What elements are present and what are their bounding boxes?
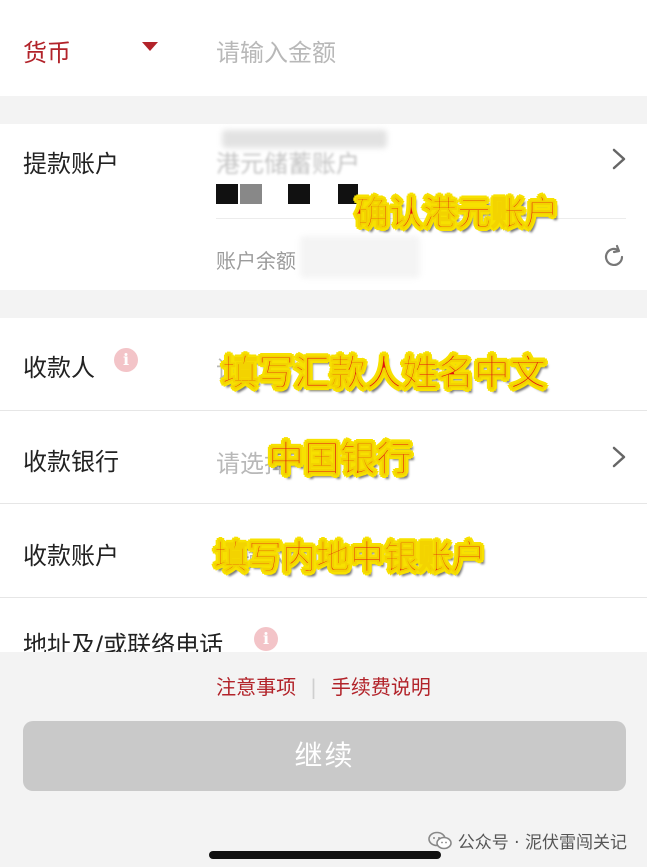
- address-label: 地址及/或联络电话: [23, 631, 224, 652]
- chevron-right-icon[interactable]: [611, 147, 627, 171]
- amount-input[interactable]: 请输入金额: [216, 33, 336, 68]
- payee-label: 收款人: [23, 354, 95, 382]
- account-number-mask: [288, 184, 310, 204]
- annotation-mainland-account: 填写内地中银账户: [214, 538, 487, 579]
- fee-link[interactable]: 手续费说明: [331, 675, 431, 699]
- annotation-confirm-hkd: 确认港元账户: [355, 194, 560, 235]
- address-row[interactable]: 地址及/或联络电话 i: [0, 598, 647, 652]
- annotation-payee-name: 填写汇款人姓名中文: [221, 353, 547, 395]
- balance-label: 账户余额: [216, 249, 296, 273]
- currency-row: 货币 请输入金额: [0, 0, 647, 96]
- currency-dropdown-icon[interactable]: [142, 42, 158, 51]
- link-separator: |: [310, 675, 317, 699]
- currency-label: 货币: [23, 39, 71, 67]
- refresh-icon[interactable]: [601, 244, 627, 270]
- home-indicator: [209, 851, 441, 859]
- payee-account-label: 收款账户: [23, 542, 119, 570]
- notes-link[interactable]: 注意事项: [216, 675, 296, 699]
- account-number-mask: [216, 184, 238, 204]
- footer-links: 注意事项 | 手续费说明: [0, 671, 647, 700]
- withdraw-account-label: 提款账户: [23, 150, 119, 178]
- annotation-bank-name: 中国银行: [267, 439, 413, 481]
- account-number-mask: [240, 184, 262, 204]
- continue-button[interactable]: 继续: [23, 721, 626, 791]
- blurred-balance: [300, 236, 420, 278]
- watermark-text: 公众号 · 泥伏雷闯关记: [457, 833, 627, 853]
- info-icon[interactable]: i: [114, 348, 138, 372]
- wechat-icon: [427, 831, 452, 849]
- chevron-right-icon[interactable]: [611, 445, 627, 469]
- watermark: 公众号 · 泥伏雷闯关记: [427, 828, 627, 853]
- withdraw-account-name: 港元储蓄账户: [216, 150, 360, 178]
- info-icon[interactable]: i: [254, 627, 278, 651]
- bank-label: 收款银行: [23, 448, 119, 476]
